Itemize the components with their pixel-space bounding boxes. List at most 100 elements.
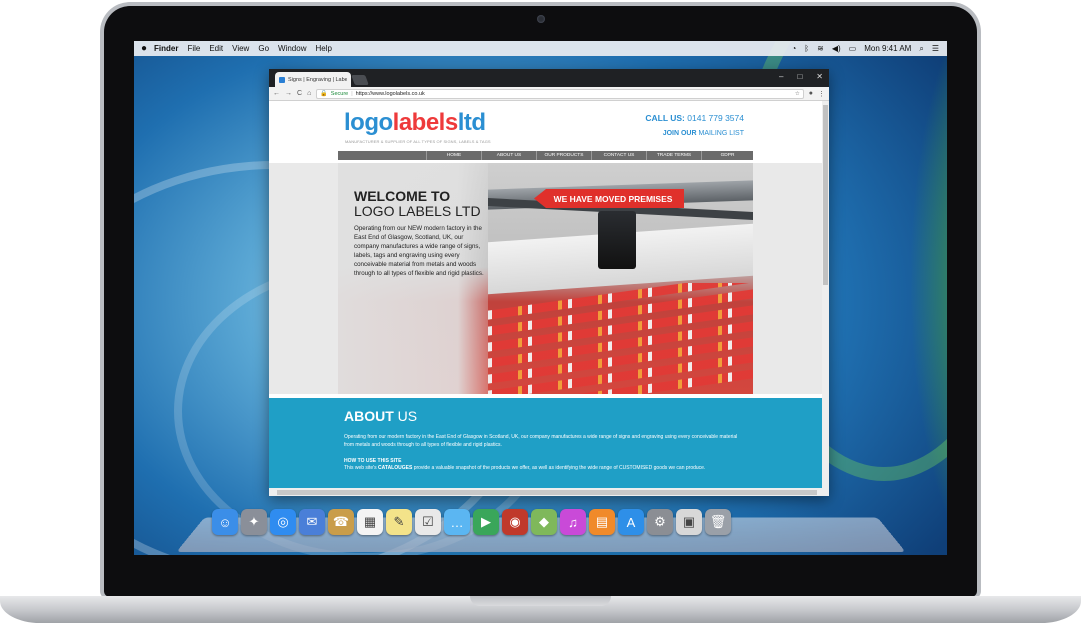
- nav-about-us[interactable]: ABOUT US: [481, 151, 536, 160]
- menu-edit[interactable]: Edit: [209, 44, 223, 53]
- secure-label: Secure: [330, 90, 349, 97]
- call-label: CALL US:: [645, 113, 685, 123]
- about-heading-rest: US: [397, 408, 418, 424]
- nav-trade-terms[interactable]: TRADE TERMS: [646, 151, 701, 160]
- more-menu-icon[interactable]: ⋮: [818, 90, 825, 98]
- photo-booth-icon[interactable]: ◉: [502, 509, 528, 535]
- app-store-icon[interactable]: A: [618, 509, 644, 535]
- address-bar[interactable]: 🔒 Secure | https://www.logolabels.co.uk …: [316, 88, 804, 99]
- about-section: ABOUT US Operating from our modern facto…: [269, 398, 822, 488]
- call-number: 0141 779 3574: [687, 113, 744, 123]
- camera: [537, 15, 545, 23]
- itunes-icon[interactable]: ♫: [560, 509, 586, 535]
- trash-icon[interactable]: 🗑: [705, 509, 731, 535]
- notes-icon[interactable]: ✎: [386, 509, 412, 535]
- back-icon[interactable]: ←: [273, 90, 280, 97]
- welcome-line2: LOGO LABELS LTD: [354, 202, 481, 219]
- how-to-use-text: This web site's CATALOUGES provide a val…: [344, 465, 744, 473]
- join-mailing-list-link[interactable]: JOIN OUR MAILING LIST: [663, 130, 744, 137]
- maximize-icon[interactable]: □: [797, 72, 802, 81]
- vertical-scroll-thumb[interactable]: [823, 105, 828, 285]
- print-head: [598, 211, 636, 269]
- launchpad-icon[interactable]: ✦: [241, 509, 267, 535]
- browser-window: Signs | Engraving | Label ✕ – □ ✕ ← → C …: [269, 69, 829, 496]
- mailing-list-label: MAILING LIST: [698, 130, 744, 137]
- forward-icon[interactable]: →: [285, 90, 292, 97]
- preview-icon[interactable]: ▣: [676, 509, 702, 535]
- menu-help[interactable]: Help: [315, 44, 331, 53]
- nav-home[interactable]: HOME: [426, 151, 481, 160]
- safari-icon[interactable]: ◎: [270, 509, 296, 535]
- mail-icon[interactable]: ✉: [299, 509, 325, 535]
- how-prefix: This web site's: [344, 465, 377, 471]
- menu-finder[interactable]: Finder: [154, 44, 178, 53]
- logo-part-labels: labels: [392, 109, 459, 136]
- printed-labels: [488, 283, 753, 394]
- menu-view[interactable]: View: [232, 44, 249, 53]
- site-header: logolabelsltd MANUFACTURER & SUPPLIER OF…: [269, 101, 822, 151]
- desktop-screen: ● Finder File Edit View Go Window Help ◔…: [134, 41, 947, 555]
- menu-file[interactable]: File: [187, 44, 200, 53]
- time-machine-icon[interactable]: ◔: [791, 44, 796, 53]
- facetime-icon[interactable]: ▶: [473, 509, 499, 535]
- browser-toolbar: ← → C ⌂ 🔒 Secure | https://www.logolabel…: [269, 87, 829, 101]
- bluetooth-icon[interactable]: ᛒ: [804, 44, 809, 53]
- browser-tab[interactable]: Signs | Engraving | Label ✕: [275, 72, 351, 87]
- call-us[interactable]: CALL US: 0141 779 3574: [645, 113, 744, 123]
- calendar-icon[interactable]: ▦: [357, 509, 383, 535]
- reminders-icon[interactable]: ☑: [415, 509, 441, 535]
- battery-icon[interactable]: ▭: [849, 44, 857, 53]
- laptop-scene: ● Finder File Edit View Go Window Help ◔…: [0, 0, 1081, 623]
- welcome-heading: WELCOME TO LOGO LABELS LTD: [354, 189, 481, 218]
- page-viewport: logolabelsltd MANUFACTURER & SUPPLIER OF…: [269, 101, 822, 488]
- lock-icon: 🔒: [320, 91, 328, 97]
- window-controls: – □ ✕: [779, 72, 823, 81]
- catalogues-link[interactable]: CATALOUGES: [378, 465, 412, 471]
- messages-icon[interactable]: …: [444, 509, 470, 535]
- horizontal-scroll-thumb[interactable]: [277, 490, 817, 495]
- url-text[interactable]: https://www.logolabels.co.uk: [356, 91, 425, 97]
- laptop-notch: [470, 596, 611, 606]
- favicon-icon: [279, 76, 285, 83]
- dock: ☺ ✦ ◎ ✉ ☎ ▦ ✎ ☑… ▶ ◉ ◆ ♫ ▤ A ⚙ ▣ 🗑: [212, 509, 731, 535]
- minimize-icon[interactable]: –: [779, 72, 783, 81]
- welcome-line1: WELCOME TO: [354, 188, 451, 204]
- tab-title: Signs | Engraving | Label ✕: [288, 76, 347, 83]
- moved-premises-banner[interactable]: WE HAVE MOVED PREMISES: [534, 189, 684, 208]
- wifi-icon[interactable]: ≋: [817, 44, 824, 53]
- logo-part-ltd: ltd: [457, 109, 486, 136]
- site-nav: HOME ABOUT US OUR PRODUCTS CONTACT US TR…: [338, 151, 753, 160]
- hero-section: WE HAVE MOVED PREMISES WELCOME TO LOGO L…: [269, 163, 822, 394]
- nav-gdpr[interactable]: GDPR: [701, 151, 753, 160]
- about-text: Operating from our modern factory in the…: [344, 434, 738, 448]
- apple-icon[interactable]: ●: [134, 43, 154, 54]
- menu-window[interactable]: Window: [278, 44, 306, 53]
- extension-icon[interactable]: ●: [809, 90, 813, 97]
- nav-our-products[interactable]: OUR PRODUCTS: [536, 151, 591, 160]
- notification-center-icon[interactable]: ☰: [932, 44, 939, 53]
- url-separator: |: [351, 90, 353, 97]
- logo-part-logo: logo: [344, 109, 393, 136]
- tab-strip: Signs | Engraving | Label ✕ – □ ✕: [269, 69, 829, 87]
- about-heading-bold: ABOUT: [344, 408, 394, 424]
- nav-contact-us[interactable]: CONTACT US: [591, 151, 646, 160]
- close-icon[interactable]: ✕: [816, 72, 823, 81]
- maps-icon[interactable]: ◆: [531, 509, 557, 535]
- spotlight-icon[interactable]: ⌕: [919, 44, 923, 54]
- finder-icon[interactable]: ☺: [212, 509, 238, 535]
- how-to-use-heading: HOW TO USE THIS SITE: [344, 458, 402, 464]
- join-label: JOIN OUR: [662, 130, 697, 137]
- site-logo[interactable]: logolabelsltd: [344, 111, 486, 135]
- reload-icon[interactable]: C: [297, 90, 302, 97]
- volume-icon[interactable]: ◀): [832, 44, 841, 53]
- ibooks-icon[interactable]: ▤: [589, 509, 615, 535]
- menu-go[interactable]: Go: [258, 44, 269, 53]
- contacts-icon[interactable]: ☎: [328, 509, 354, 535]
- menu-clock[interactable]: Mon 9:41 AM: [864, 44, 911, 53]
- system-preferences-icon[interactable]: ⚙: [647, 509, 673, 535]
- about-heading: ABOUT US: [344, 408, 417, 424]
- menu-bar: ● Finder File Edit View Go Window Help ◔…: [134, 41, 947, 56]
- new-tab-button[interactable]: [351, 75, 369, 85]
- home-icon[interactable]: ⌂: [307, 90, 311, 97]
- bookmark-star-icon[interactable]: ☆: [795, 91, 800, 97]
